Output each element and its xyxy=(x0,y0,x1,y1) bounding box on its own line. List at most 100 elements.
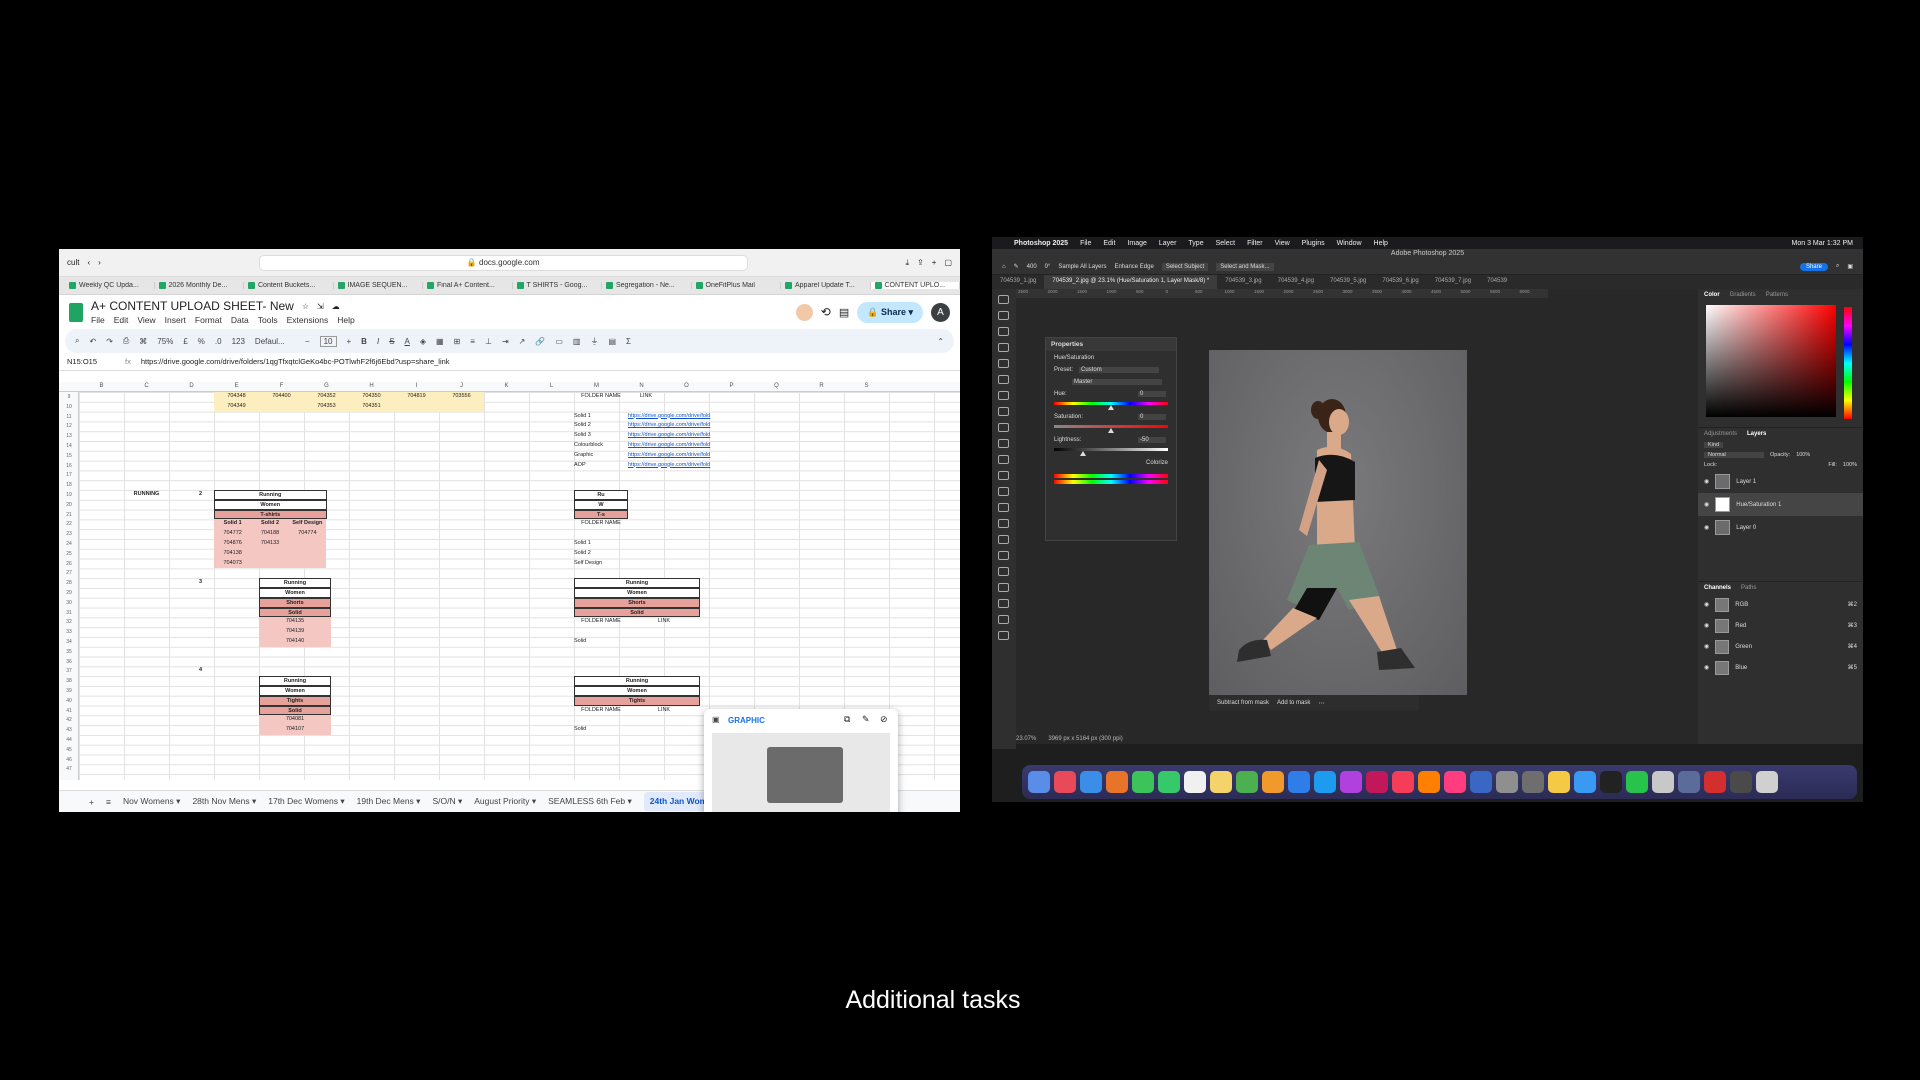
formula-input[interactable]: https://drive.google.com/drive/folders/1… xyxy=(141,357,450,366)
ps-menu-select[interactable]: Select xyxy=(1216,240,1235,247)
browser-tab[interactable]: Final A+ Content... xyxy=(423,282,513,289)
folder-name[interactable]: AOP xyxy=(574,461,619,471)
heal-tool-icon[interactable] xyxy=(998,407,1009,416)
column-header[interactable]: K xyxy=(484,383,529,389)
folder-link[interactable]: https://drive.google.com/drive/fold xyxy=(628,461,710,471)
block-col-header[interactable]: Self Design xyxy=(288,519,327,530)
dock-app-icon[interactable] xyxy=(1236,771,1258,793)
row-header[interactable]: 34 xyxy=(59,639,79,645)
layer-name[interactable]: Layer 1 xyxy=(1736,479,1756,485)
visibility-eye-icon[interactable]: ◉ xyxy=(1704,622,1709,629)
column-header[interactable]: S xyxy=(844,383,889,389)
row-header[interactable]: 13 xyxy=(59,433,79,439)
paint-format-icon[interactable]: ⌘ xyxy=(139,337,147,346)
block-number[interactable]: 2 xyxy=(187,490,214,500)
bold-button[interactable]: B xyxy=(361,337,367,346)
column-header[interactable]: F xyxy=(259,383,304,389)
block-value[interactable]: 704772 xyxy=(214,529,252,539)
column-header[interactable]: C xyxy=(124,383,169,389)
zoom-status[interactable]: 23.07% xyxy=(1016,736,1036,742)
blur-tool-icon[interactable] xyxy=(998,503,1009,512)
ps-menu-help[interactable]: Help xyxy=(1374,240,1388,247)
more-tool-icon[interactable] xyxy=(998,631,1009,640)
document-tab[interactable]: 704539_3.jpg xyxy=(1217,275,1269,289)
channel-select[interactable]: Master xyxy=(1072,379,1162,385)
dock-app-icon[interactable] xyxy=(1626,771,1648,793)
block-header[interactable]: Women xyxy=(259,588,331,598)
dock-app-icon[interactable] xyxy=(1314,771,1336,793)
hue-slider-value[interactable]: 0 xyxy=(1138,391,1166,397)
history-icon[interactable]: ⟲ xyxy=(821,305,831,319)
sheet-tab[interactable]: August Priority ▾ xyxy=(474,796,536,807)
block-header[interactable]: Tights xyxy=(259,695,331,706)
row-header[interactable]: 30 xyxy=(59,600,79,606)
dock-app-icon[interactable] xyxy=(1574,771,1596,793)
color-panel-tab[interactable]: Color xyxy=(1704,292,1720,298)
new-tab-icon[interactable]: + xyxy=(932,258,937,267)
menu-tools[interactable]: Tools xyxy=(258,315,278,325)
column-header[interactable]: M xyxy=(574,383,619,389)
block-value[interactable] xyxy=(288,548,327,559)
dock-app-icon[interactable] xyxy=(1366,771,1388,793)
block-header[interactable]: Solid xyxy=(259,607,331,618)
add-mask-button[interactable]: Add to mask xyxy=(1277,700,1310,706)
italic-button[interactable]: I xyxy=(377,337,379,346)
link-header[interactable]: LINK xyxy=(628,392,664,402)
ps-share-button[interactable]: Share xyxy=(1799,262,1828,271)
ps-menu-edit[interactable]: Edit xyxy=(1103,240,1115,247)
ps-menu-window[interactable]: Window xyxy=(1337,240,1362,247)
eyedropper-tool-icon[interactable] xyxy=(998,391,1009,400)
hand-tool-icon[interactable] xyxy=(998,599,1009,608)
ps-search-icon[interactable]: ⌕ xyxy=(1836,263,1839,270)
column-header[interactable]: D xyxy=(169,383,214,389)
row-header[interactable]: 32 xyxy=(59,619,79,625)
row-header[interactable]: 22 xyxy=(59,521,79,527)
column-header[interactable]: B xyxy=(79,383,124,389)
document-tab[interactable]: 704539_4.jpg xyxy=(1270,275,1322,289)
column-header[interactable]: G xyxy=(304,383,349,389)
ps-menu-view[interactable]: View xyxy=(1275,240,1290,247)
font-select[interactable]: Defaul... xyxy=(255,337,295,346)
document-tab[interactable]: 704539_2.jpg @ 23.1% (Hue/Saturation 1, … xyxy=(1044,275,1218,289)
layer-row[interactable]: ◉ Hue/Saturation 1 xyxy=(1698,493,1863,516)
channel-row[interactable]: ◉ RGB ⌘2 xyxy=(1698,594,1863,615)
dock-app-icon[interactable] xyxy=(1184,771,1206,793)
account-avatar[interactable]: A xyxy=(931,302,950,322)
mask-more-icon[interactable]: ⋯ xyxy=(1318,700,1324,707)
row-header[interactable]: 31 xyxy=(59,610,79,616)
row-header[interactable]: 24 xyxy=(59,541,79,547)
block-number[interactable]: 4 xyxy=(187,666,214,676)
folder-link[interactable]: https://drive.google.com/drive/fold xyxy=(628,441,710,451)
app-name[interactable]: Photoshop 2025 xyxy=(1014,240,1068,247)
edit-icon[interactable]: ✎ xyxy=(862,714,870,725)
row-header[interactable]: 29 xyxy=(59,590,79,596)
block-value[interactable]: 704107 xyxy=(259,725,331,735)
right-block-header[interactable]: Ru xyxy=(574,490,628,500)
borders-icon[interactable]: ▦ xyxy=(436,337,444,346)
column-header[interactable]: L xyxy=(529,383,574,389)
comment-icon[interactable]: ▤ xyxy=(839,306,849,319)
canvas-area[interactable]: 2500 2000 1500 1000 500 0 500 1000 1500 2000 2500 3… xyxy=(1016,289,1548,744)
row-header[interactable]: 17 xyxy=(59,472,79,478)
block-value[interactable] xyxy=(288,539,327,549)
menu-data[interactable]: Data xyxy=(231,315,249,325)
filter-icon[interactable]: ⏚ xyxy=(590,336,598,347)
dock-app-icon[interactable] xyxy=(1756,771,1778,793)
right-block-header[interactable]: Shorts xyxy=(574,597,700,608)
browser-tab[interactable]: Weekly QC Upda... xyxy=(65,282,155,289)
block-value[interactable]: 704140 xyxy=(259,637,331,647)
row-header[interactable]: 16 xyxy=(59,463,79,469)
column-header[interactable]: R xyxy=(799,383,844,389)
layer-panel-tab[interactable]: Adjustments xyxy=(1704,431,1737,437)
folder-name[interactable]: Solid 3 xyxy=(574,431,619,441)
right-block-header[interactable]: Women xyxy=(574,588,700,598)
align-icon[interactable]: ≡ xyxy=(470,337,475,346)
tab-overview-icon[interactable]: ▢ xyxy=(944,258,952,267)
brush-tool-icon[interactable] xyxy=(998,423,1009,432)
history-tool-icon[interactable] xyxy=(998,455,1009,464)
undo-icon[interactable]: ↶ xyxy=(89,337,96,346)
visibility-eye-icon[interactable]: ◉ xyxy=(1704,664,1709,671)
redo-icon[interactable]: ↷ xyxy=(106,337,113,346)
row-header[interactable]: 41 xyxy=(59,708,79,714)
ps-menu-image[interactable]: Image xyxy=(1127,240,1146,247)
